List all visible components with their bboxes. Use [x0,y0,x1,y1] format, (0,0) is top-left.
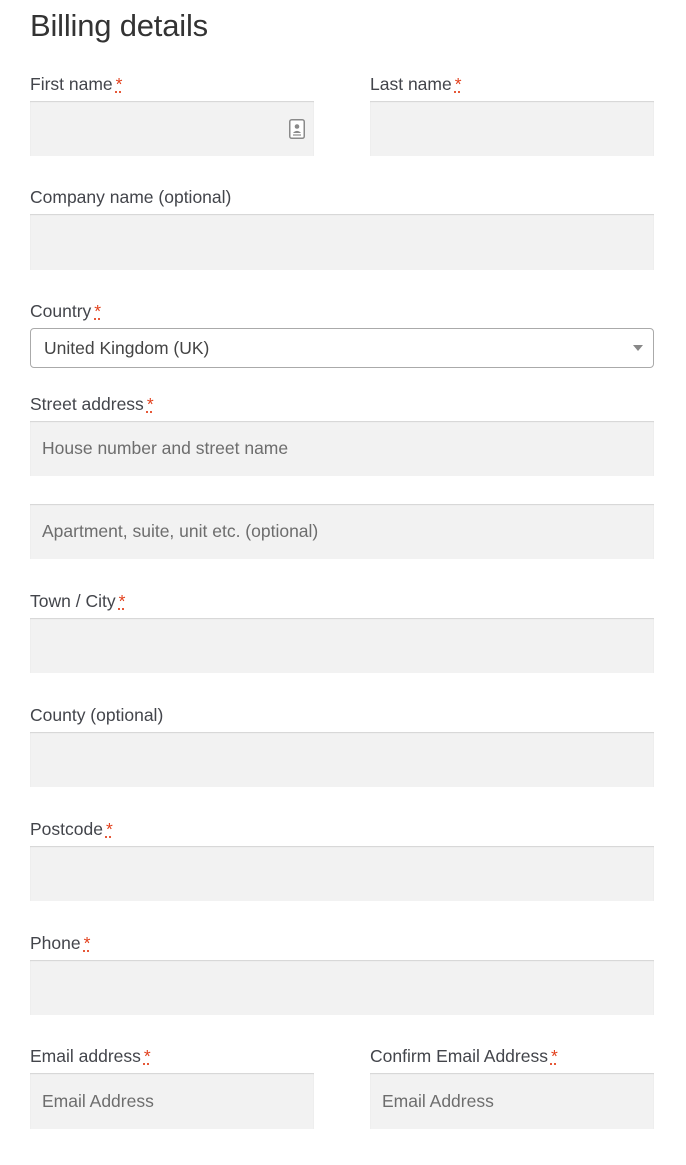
required-mark: * [118,591,126,611]
county-label: County (optional) [30,705,164,725]
first-name-label-text: First name [30,74,113,94]
postcode-label: Postcode * [30,818,113,840]
required-mark: * [94,301,102,321]
city-label: Town / City * [30,590,125,612]
street-address-line1-input[interactable] [30,421,654,476]
street-address-label: Street address * [30,393,154,415]
street-address-label-text: Street address [30,394,144,414]
phone-label-text: Phone [30,933,81,953]
country-label-text: Country [30,301,92,321]
chevron-down-icon [633,345,643,351]
postcode-input[interactable] [30,846,654,901]
city-input[interactable] [30,618,654,673]
required-mark: * [115,74,123,94]
required-mark: * [143,1046,151,1066]
required-mark: * [105,819,113,839]
required-mark: * [146,394,154,414]
last-name-label: Last name * [370,73,462,95]
page-title: Billing details [30,8,208,43]
last-name-input[interactable] [370,101,654,156]
phone-label: Phone * [30,932,90,954]
confirm-email-label: Confirm Email Address * [370,1045,558,1067]
required-mark: * [454,74,462,94]
country-label: Country * [30,300,101,322]
county-input[interactable] [30,732,654,787]
required-mark: * [83,933,91,953]
company-name-label: Company name (optional) [30,187,232,207]
phone-input[interactable] [30,960,654,1015]
confirm-email-input[interactable] [370,1073,654,1129]
contact-card-icon[interactable] [289,119,305,139]
company-name-input[interactable] [30,214,654,270]
country-select[interactable]: United Kingdom (UK) [30,328,654,368]
last-name-label-text: Last name [370,74,452,94]
email-input[interactable] [30,1073,314,1129]
postcode-label-text: Postcode [30,819,103,839]
email-label: Email address * [30,1045,151,1067]
first-name-label: First name * [30,73,122,95]
email-label-text: Email address [30,1046,141,1066]
city-label-text: Town / City [30,591,116,611]
first-name-input[interactable] [30,101,314,156]
confirm-email-label-text: Confirm Email Address [370,1046,548,1066]
required-mark: * [550,1046,558,1066]
street-address-line2-input[interactable] [30,504,654,559]
country-selected-value: United Kingdom (UK) [44,338,210,358]
